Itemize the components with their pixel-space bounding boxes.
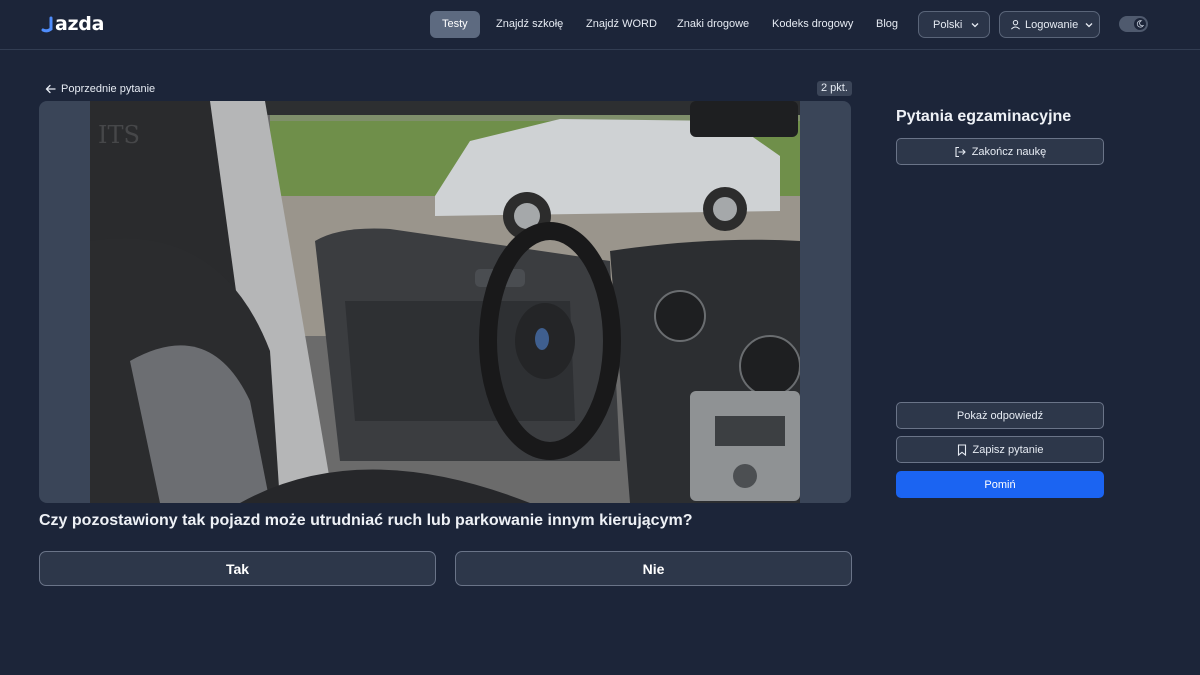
nav-road-code[interactable]: Kodeks drogowy	[772, 11, 853, 38]
points-badge: 2 pkt.	[817, 81, 852, 96]
logo-text: azda	[55, 13, 105, 35]
moon-icon	[1134, 18, 1146, 30]
end-learning-button[interactable]: Zakończ naukę	[896, 138, 1104, 165]
language-label: Polski	[933, 18, 963, 31]
save-question-label: Zapisz pytanie	[972, 443, 1044, 456]
skip-button[interactable]: Pomiń	[896, 471, 1104, 498]
skip-label: Pomiń	[984, 478, 1016, 491]
chevron-down-icon	[971, 22, 979, 27]
logout-icon	[955, 146, 966, 157]
question-media: ITS	[39, 101, 851, 503]
svg-text:ITS: ITS	[98, 121, 140, 149]
arrow-left-icon	[45, 84, 56, 94]
logo-mark-icon	[41, 15, 53, 33]
login-label: Logowanie	[1025, 18, 1079, 31]
question-text: Czy pozostawiony tak pojazd może utrudni…	[39, 512, 693, 529]
user-icon	[1011, 19, 1020, 30]
top-bar: azda Testy Znajdź szkołę Znajdź WORD Zna…	[0, 0, 1200, 50]
logo[interactable]: azda	[41, 12, 104, 36]
nav-find-word[interactable]: Znajdź WORD	[586, 11, 657, 38]
nav-tests[interactable]: Testy	[430, 11, 480, 38]
question-photo: ITS	[90, 101, 800, 503]
answer-no-button[interactable]: Nie	[455, 551, 852, 586]
nav-road-signs[interactable]: Znaki drogowe	[677, 11, 749, 38]
chevron-down-icon	[1085, 22, 1093, 27]
nav-blog[interactable]: Blog	[876, 11, 898, 38]
theme-toggle[interactable]	[1119, 16, 1148, 32]
previous-question-link[interactable]: Poprzednie pytanie	[45, 81, 155, 97]
show-answer-label: Pokaż odpowiedź	[956, 409, 1044, 422]
login-menu[interactable]: Logowanie	[999, 11, 1100, 38]
bookmark-icon	[957, 443, 966, 456]
previous-question-label: Poprzednie pytanie	[61, 83, 156, 95]
answer-yes-button[interactable]: Tak	[39, 551, 436, 586]
save-question-button[interactable]: Zapisz pytanie	[896, 436, 1104, 463]
nav-find-school[interactable]: Znajdź szkołę	[496, 11, 563, 38]
end-learning-label: Zakończ naukę	[971, 145, 1047, 158]
language-select[interactable]: Polski	[918, 11, 990, 38]
sidebar-title: Pytania egzaminacyjne	[896, 108, 1072, 125]
show-answer-button[interactable]: Pokaż odpowiedź	[896, 402, 1104, 429]
